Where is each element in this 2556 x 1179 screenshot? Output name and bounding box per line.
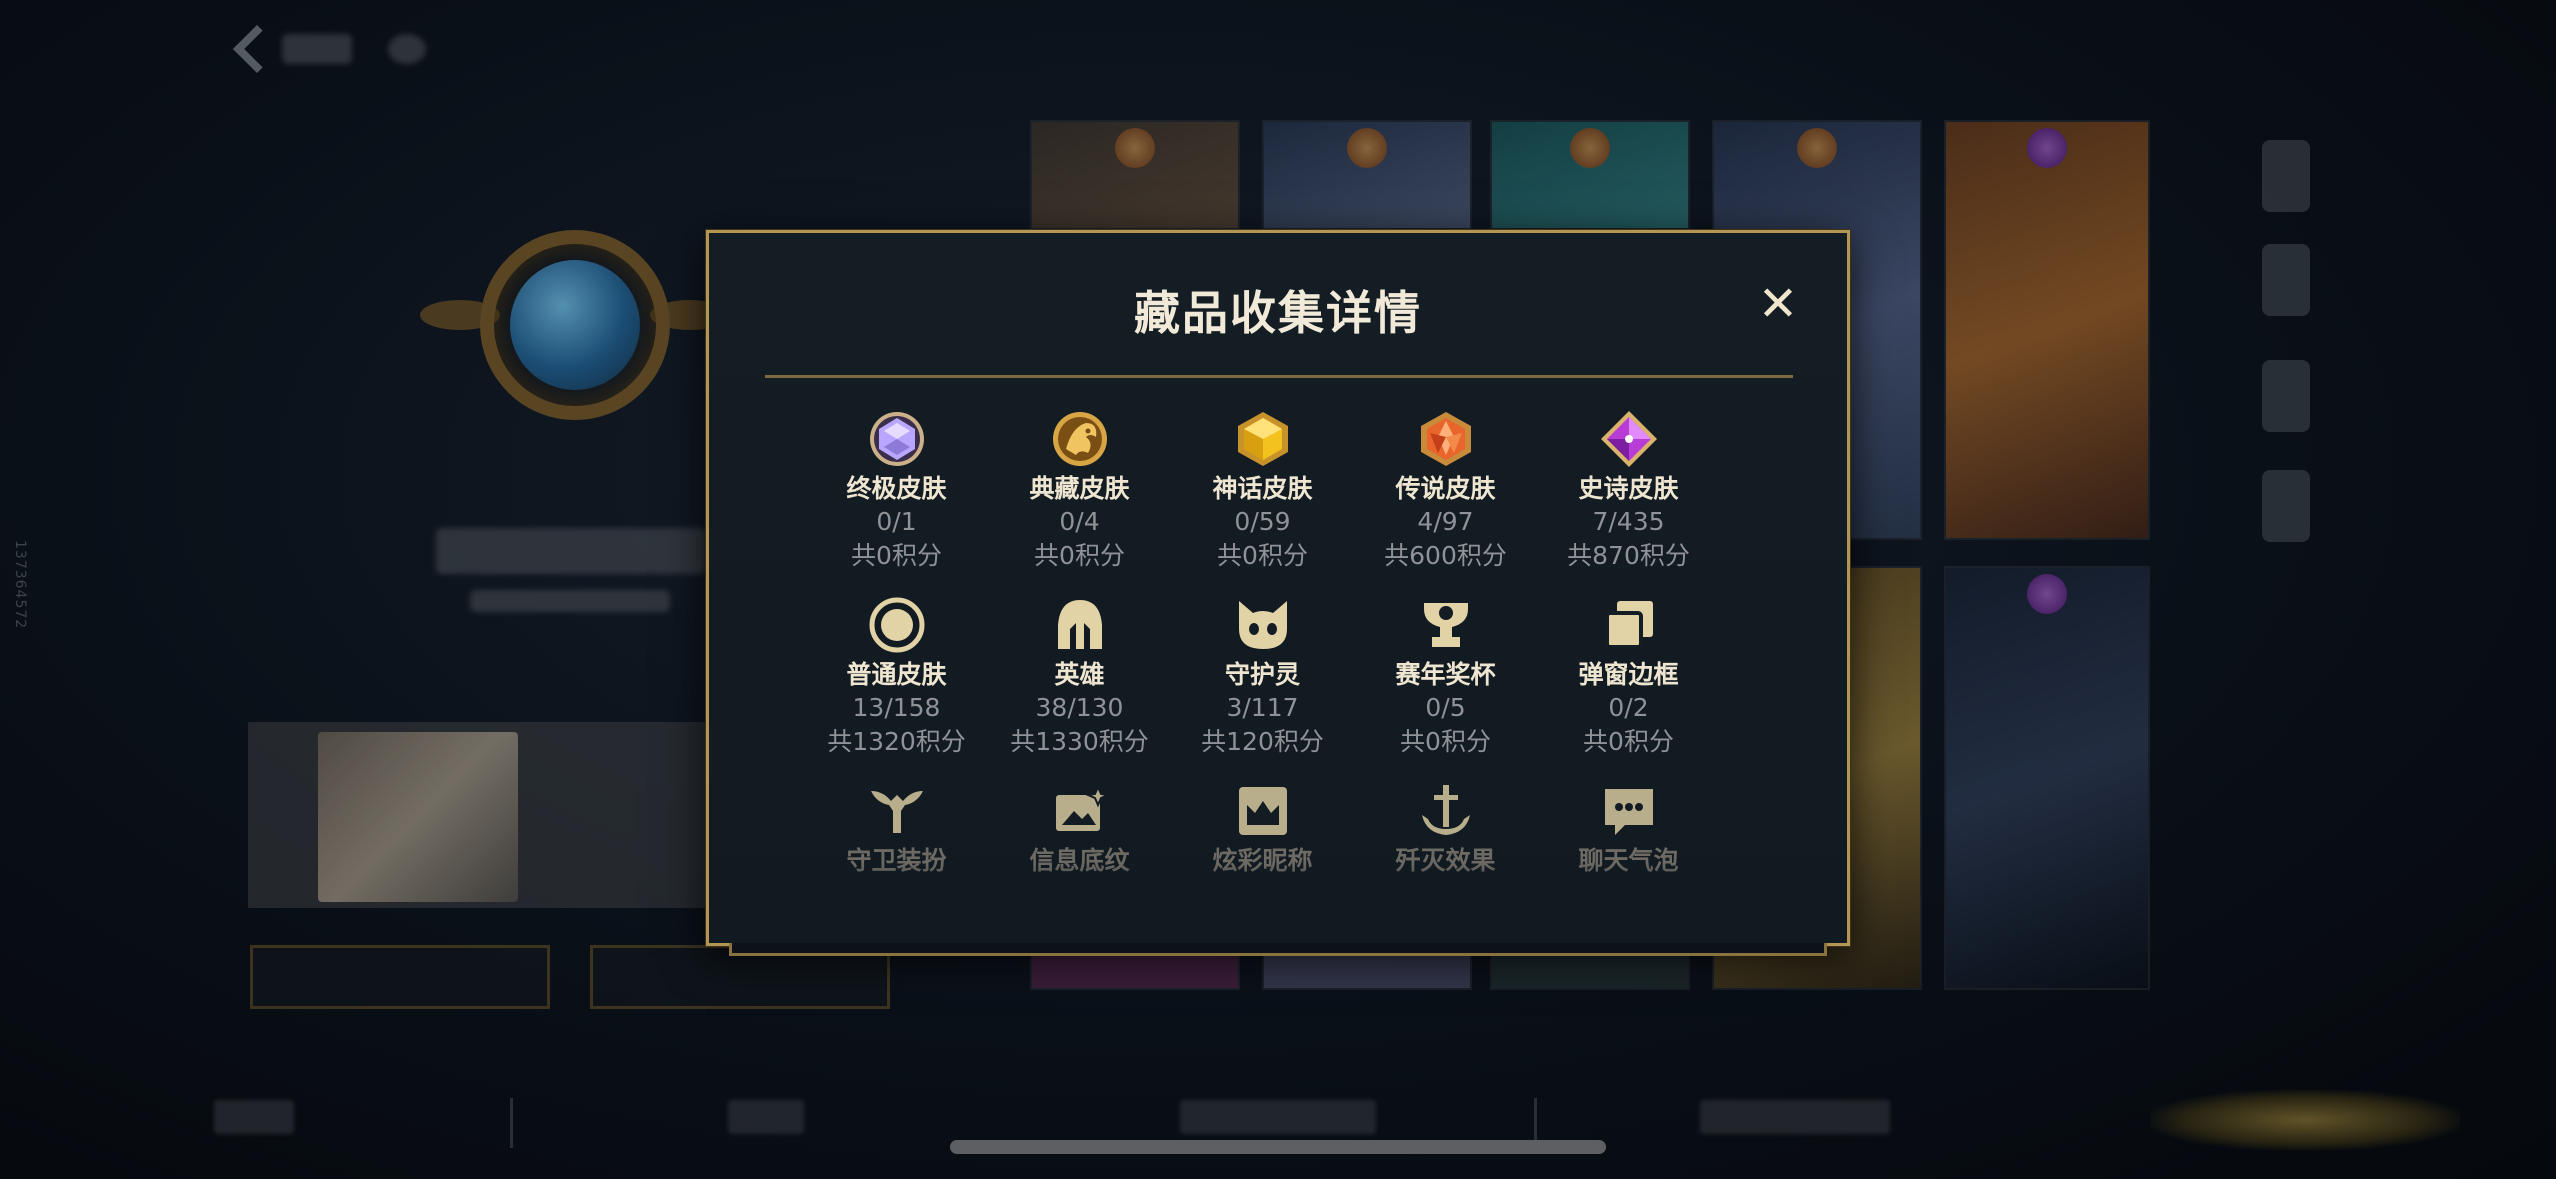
dragon-emblem-icon (1052, 412, 1107, 466)
collection-item-ultimate-skin[interactable]: 终极皮肤 0/1 共0积分 (805, 409, 988, 573)
bottom-tab-3[interactable] (1180, 1100, 1376, 1134)
skin-art-card (1262, 120, 1472, 230)
collection-item-epic-skin[interactable]: 史诗皮肤 7/435 共870积分 (1537, 409, 1720, 573)
chat-bubble-icon (1604, 789, 1653, 835)
item-count: 4/97 (1417, 507, 1474, 536)
bottom-tab-1[interactable] (214, 1100, 294, 1134)
item-points: 共1330积分 (1010, 727, 1149, 756)
rank-emblem (420, 230, 730, 430)
item-name: 传说皮肤 (1395, 474, 1496, 503)
collection-item-season-trophy[interactable]: 赛年奖杯 0/5 共0积分 (1354, 595, 1537, 759)
layered-frames-icon (1604, 601, 1653, 649)
filter-icon[interactable] (2262, 140, 2310, 212)
item-count: 0/1 (876, 507, 917, 536)
mythic-gem-icon (1237, 412, 1288, 466)
skin-art-card (1944, 566, 2150, 990)
collection-item-guardian[interactable]: 守护灵 3/117 共120积分 (1171, 595, 1354, 759)
anchor-sword-icon (1421, 785, 1470, 835)
background-button-left (250, 945, 550, 1009)
skin-art-card (1944, 120, 2150, 540)
bottom-tab-4[interactable] (1700, 1100, 1890, 1134)
item-name: 英雄 (1054, 660, 1105, 689)
item-count: 3/117 (1226, 693, 1299, 722)
menu-icon[interactable] (2262, 470, 2310, 542)
item-count: 0/59 (1234, 507, 1291, 536)
dialog-title: 藏品收集详情 (1134, 286, 1422, 340)
rarity-gem-icon (1797, 128, 1837, 168)
helmet-icon (1057, 600, 1102, 649)
collection-item-collector-skin[interactable]: 典藏皮肤 0/4 共0积分 (988, 409, 1171, 573)
side-id-text: 137364572 (12, 540, 28, 630)
scroll-fade (769, 863, 1787, 903)
skin-art-card (1490, 120, 1690, 230)
player-subtitle-blurred (470, 590, 670, 612)
item-name: 神话皮肤 (1212, 474, 1313, 503)
ultimate-gem-icon (869, 412, 924, 466)
epic-gem-icon (1600, 411, 1657, 467)
close-button[interactable]: ✕ (1753, 279, 1803, 329)
collection-item-mythic-skin[interactable]: 神话皮肤 0/59 共0积分 (1171, 409, 1354, 573)
collection-item-popup-frame[interactable]: 弹窗边框 0/2 共0积分 (1537, 595, 1720, 759)
rarity-gem-icon (2027, 574, 2067, 614)
item-name: 典藏皮肤 (1029, 474, 1130, 503)
item-name: 守护灵 (1224, 660, 1300, 689)
item-count: 13/158 (852, 693, 941, 722)
item-count: 0/4 (1059, 507, 1100, 536)
ward-icon (870, 791, 923, 833)
home-indicator[interactable] (950, 1140, 1606, 1154)
collection-item-legendary-skin[interactable]: 传说皮肤 4/97 共600积分 (1354, 409, 1537, 573)
item-name: 赛年奖杯 (1395, 660, 1496, 689)
trophy-icon (1423, 603, 1468, 647)
circle-badge-icon (869, 597, 924, 653)
legendary-gem-icon (1420, 412, 1471, 466)
guardian-pet-icon (1238, 601, 1287, 649)
bottom-tab-2[interactable] (728, 1100, 804, 1134)
item-count: 38/130 (1035, 693, 1124, 722)
back-arrow-icon[interactable] (228, 22, 268, 78)
item-points: 共0积分 (851, 541, 942, 570)
bottom-action-button[interactable] (2150, 1090, 2460, 1150)
item-points: 共1320积分 (827, 727, 966, 756)
card-sparkle-icon (1055, 784, 1110, 831)
close-icon[interactable]: ✕ (1758, 276, 1798, 332)
crown-frame-icon (1238, 787, 1287, 835)
skin-art-card (1030, 120, 1240, 230)
rarity-gem-icon (1570, 128, 1610, 168)
back-label-blurred (282, 34, 352, 64)
item-points: 共120积分 (1201, 727, 1324, 756)
rarity-gem-icon (1115, 128, 1155, 168)
item-count: 0/2 (1608, 693, 1649, 722)
item-count: 0/5 (1425, 693, 1466, 722)
item-name: 普通皮肤 (846, 660, 947, 689)
item-name: 弹窗边框 (1578, 660, 1679, 689)
item-points: 共870积分 (1567, 541, 1690, 570)
banner-card (248, 722, 718, 908)
item-points: 共600积分 (1384, 541, 1507, 570)
item-points: 共0积分 (1217, 541, 1308, 570)
collection-item-hero[interactable]: 英雄 38/130 共1330积分 (988, 595, 1171, 759)
item-points: 共0积分 (1400, 727, 1491, 756)
list-icon[interactable] (2262, 360, 2310, 432)
player-name-blurred (436, 528, 706, 574)
item-count: 7/435 (1592, 507, 1665, 536)
game-screen: 137364572 藏品收集详情 ✕ 终极皮肤 0/1 共0积分 典藏皮肤 0/… (0, 0, 2556, 1179)
item-points: 共0积分 (1583, 727, 1674, 756)
collection-details-dialog: 藏品收集详情 ✕ 终极皮肤 0/1 共0积分 典藏皮肤 0/4 共0积分 神话皮… (706, 230, 1850, 956)
rarity-gem-icon (2027, 128, 2067, 168)
item-points: 共0积分 (1034, 541, 1125, 570)
rarity-gem-icon (1347, 128, 1387, 168)
collection-item-normal-skin[interactable]: 普通皮肤 13/158 共1320积分 (805, 595, 988, 759)
item-name: 史诗皮肤 (1578, 474, 1679, 503)
info-icon-blurred (388, 34, 426, 64)
title-divider (765, 375, 1793, 378)
sort-icon[interactable] (2262, 244, 2310, 316)
item-name: 终极皮肤 (846, 474, 947, 503)
